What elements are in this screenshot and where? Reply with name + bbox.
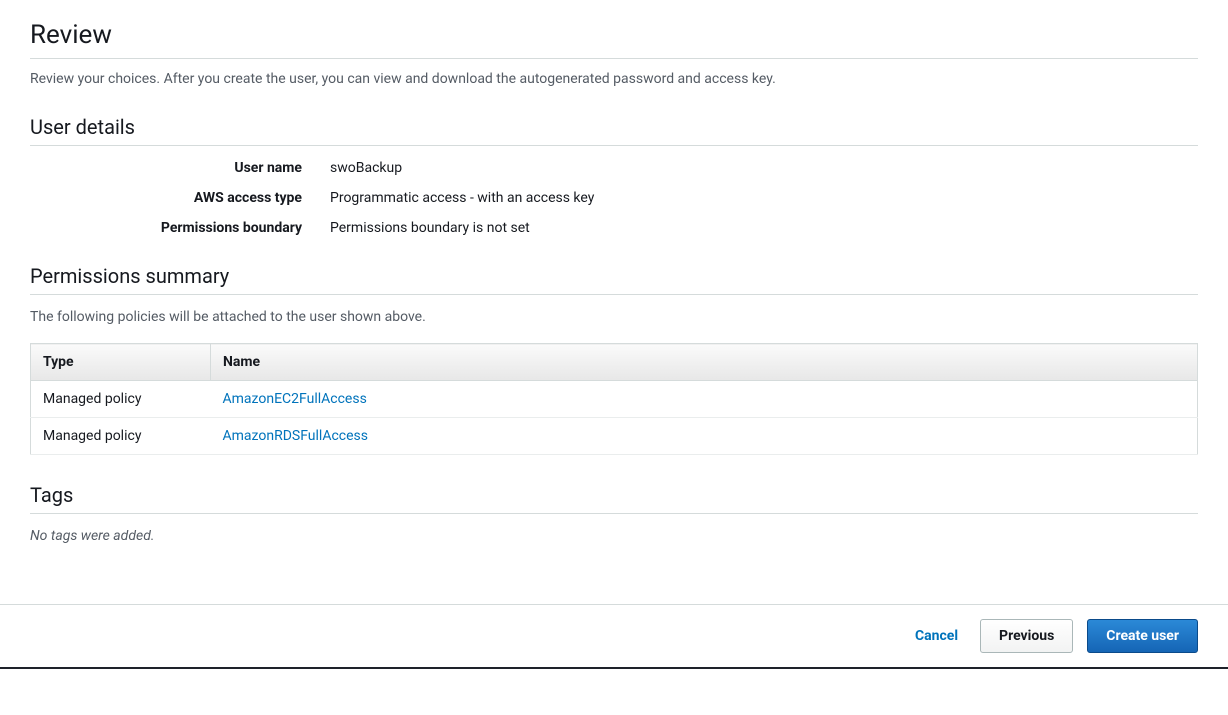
permissions-summary-subtext: The following policies will be attached … <box>30 309 1198 325</box>
user-details-heading: User details <box>30 115 1198 146</box>
permissions-summary-heading: Permissions summary <box>30 264 1198 295</box>
detail-row-permissions-boundary: Permissions boundary Permissions boundar… <box>30 220 1198 236</box>
detail-row-access-type: AWS access type Programmatic access - wi… <box>30 190 1198 206</box>
column-header-type: Type <box>31 344 211 381</box>
detail-row-username: User name swoBackup <box>30 160 1198 176</box>
table-row: Managed policy AmazonRDSFullAccess <box>31 418 1198 455</box>
bottom-border <box>0 667 1228 669</box>
table-row: Managed policy AmazonEC2FullAccess <box>31 381 1198 418</box>
permissions-table: Type Name Managed policy AmazonEC2FullAc… <box>30 343 1198 455</box>
policy-name-link[interactable]: AmazonRDSFullAccess <box>223 428 368 444</box>
column-header-name: Name <box>211 344 1198 381</box>
review-intro-text: Review your choices. After you create th… <box>30 71 1198 87</box>
wizard-footer: Cancel Previous Create user <box>0 604 1228 667</box>
policy-type: Managed policy <box>31 418 211 455</box>
page-title: Review <box>30 20 1198 59</box>
detail-value: Permissions boundary is not set <box>330 220 530 236</box>
detail-label: AWS access type <box>30 190 330 206</box>
policy-type: Managed policy <box>31 381 211 418</box>
detail-label: User name <box>30 160 330 176</box>
policy-name-link[interactable]: AmazonEC2FullAccess <box>223 391 367 407</box>
detail-value: swoBackup <box>330 160 402 176</box>
previous-button[interactable]: Previous <box>980 619 1073 653</box>
tags-empty-message: No tags were added. <box>30 528 1198 544</box>
create-user-button[interactable]: Create user <box>1087 619 1198 653</box>
tags-heading: Tags <box>30 483 1198 514</box>
detail-label: Permissions boundary <box>30 220 330 236</box>
detail-value: Programmatic access - with an access key <box>330 190 594 206</box>
cancel-button[interactable]: Cancel <box>907 620 966 652</box>
